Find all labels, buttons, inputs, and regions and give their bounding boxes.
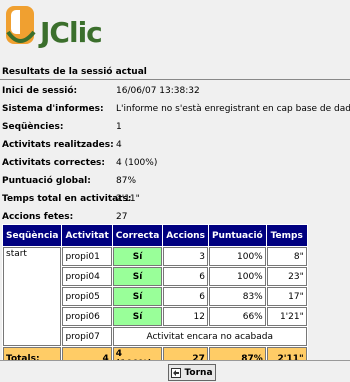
time-cell: 17" <box>266 287 307 306</box>
info-row-sequences: Seqüències: 1 <box>2 122 348 140</box>
col-header: Correcta <box>112 225 163 246</box>
activity-cell: propi01 <box>62 247 112 266</box>
info-label: Activitats realitzades: <box>2 140 114 150</box>
correct-cell: Sí <box>112 267 163 286</box>
info-value: 4 (100%) <box>116 158 158 168</box>
back-button-label: Torna <box>184 367 213 378</box>
results-table: Seqüència Activitat Correcta Accions Pun… <box>2 224 308 372</box>
info-row-score: Puntuació global: 87% <box>2 176 348 194</box>
info-label: Sistema d'informes: <box>2 104 104 114</box>
back-icon <box>171 367 182 378</box>
pending-note: Activitat encara no acabada <box>112 327 307 346</box>
table-row: start propi01 Sí 3 100% 8" <box>3 247 307 346</box>
info-value: 4 <box>116 140 122 150</box>
info-label: Accions fetes: <box>2 212 74 222</box>
time-cell: 23" <box>266 267 307 286</box>
info-row-start: Inici de sessió: 16/06/07 13:38:32 <box>2 86 348 104</box>
time-cell: 8" <box>266 247 307 266</box>
session-info: Inici de sessió: 16/06/07 13:38:32 Sistem… <box>2 86 350 230</box>
activity-cell: propi06 <box>62 307 112 326</box>
info-row-done: Activitats realitzades: 4 <box>2 140 348 158</box>
score-cell: 66% <box>208 307 266 326</box>
activity-cell: propi05 <box>62 287 112 306</box>
info-row-correct: Activitats correctes: 4 (100%) <box>2 158 348 176</box>
col-header: Temps <box>266 225 307 246</box>
table-header-row: Seqüència Activitat Correcta Accions Pun… <box>3 225 307 246</box>
info-label: Inici de sessió: <box>2 86 78 96</box>
bottom-bar: Torna <box>0 360 350 382</box>
correct-cell: Sí <box>112 287 163 306</box>
info-value: 27 <box>116 212 128 222</box>
col-header: Activitat <box>62 225 112 246</box>
time-cell: 1'21" <box>266 307 307 326</box>
info-value: 16/06/07 13:38:32 <box>116 86 200 96</box>
score-cell: 100% <box>208 247 266 266</box>
correct-cell: Sí <box>112 307 163 326</box>
info-value: L'informe no s'està enregistrant en cap … <box>116 104 350 114</box>
col-header: Seqüència <box>3 225 62 246</box>
back-button[interactable]: Torna <box>168 364 216 381</box>
col-header: Accions <box>163 225 208 246</box>
info-label: Seqüències: <box>2 122 64 132</box>
section-title-bar: Resultats de la sessió actual <box>0 66 350 80</box>
info-label: Temps total en activitats: <box>2 194 132 204</box>
actions-cell: 6 <box>163 267 208 286</box>
info-row-report: Sistema d'informes: L'informe no s'està e… <box>2 104 350 122</box>
info-label: Activitats correctes: <box>2 158 106 168</box>
activity-cell: propi07 <box>62 327 112 346</box>
info-label: Puntuació global: <box>2 176 91 186</box>
activity-cell: propi04 <box>62 267 112 286</box>
section-title: Resultats de la sessió actual <box>2 67 147 77</box>
info-row-time: Temps total en activitats: 2'11" <box>2 194 348 212</box>
actions-cell: 12 <box>163 307 208 326</box>
actions-cell: 3 <box>163 247 208 266</box>
correct-cell: Sí <box>112 247 163 266</box>
actions-cell: 6 <box>163 287 208 306</box>
info-value: 87% <box>116 176 137 186</box>
jclic-logo-icon <box>6 6 36 44</box>
info-value: 1 <box>116 122 122 132</box>
info-value: 2'11" <box>116 194 140 204</box>
score-cell: 100% <box>208 267 266 286</box>
sequence-cell: start <box>3 247 62 346</box>
col-header: Puntuació <box>208 225 266 246</box>
score-cell: 83% <box>208 287 266 306</box>
logo-text: JClic <box>40 16 103 49</box>
